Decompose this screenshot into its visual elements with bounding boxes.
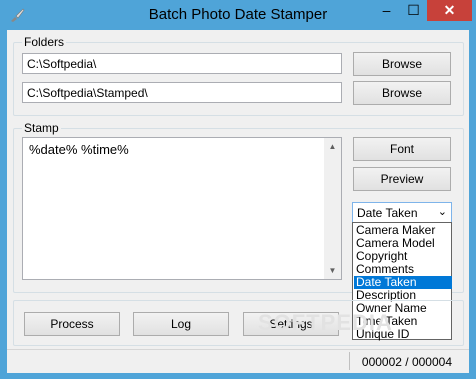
stamp-text: %date% %time%: [29, 142, 129, 157]
field-dropdown[interactable]: Date Taken ⌄: [352, 202, 452, 223]
stamp-text-area[interactable]: %date% %time% ▲ ▼: [22, 137, 342, 280]
softpedia-watermark: SOFTPEDIA: [258, 310, 393, 335]
maximize-button[interactable]: ☐: [400, 0, 427, 21]
vertical-scrollbar[interactable]: ▲ ▼: [324, 138, 341, 279]
stamp-label: Stamp: [22, 121, 61, 135]
browse-output-button[interactable]: Browse: [353, 81, 451, 105]
process-button[interactable]: Process: [24, 312, 120, 336]
window-frame-left: [0, 30, 7, 379]
status-bar: 000002 / 000004: [7, 349, 469, 373]
window-frame-bottom: [0, 372, 476, 379]
folders-label: Folders: [22, 35, 67, 49]
preview-button[interactable]: Preview: [353, 167, 451, 191]
log-button[interactable]: Log: [133, 312, 229, 336]
chevron-down-icon[interactable]: ⌄: [438, 205, 447, 218]
minimize-button[interactable]: –: [373, 0, 400, 21]
output-folder-field[interactable]: C:\Softpedia\Stamped\: [22, 82, 342, 103]
window-frame-right: [469, 30, 476, 379]
close-button[interactable]: ✕: [427, 0, 472, 21]
source-folder-field[interactable]: C:\Softpedia\: [22, 53, 342, 74]
font-button[interactable]: Font: [353, 137, 451, 161]
title-bar: Batch Photo Date Stamper – ☐ ✕: [0, 0, 476, 30]
status-counter-cell: 000002 / 000004: [349, 352, 462, 370]
browse-source-button[interactable]: Browse: [353, 52, 451, 76]
progress-counter: 000002 / 000004: [361, 355, 452, 369]
scroll-down-arrow-icon[interactable]: ▼: [324, 262, 341, 279]
scroll-up-arrow-icon[interactable]: ▲: [324, 138, 341, 155]
field-dropdown-value: Date Taken: [357, 206, 418, 220]
